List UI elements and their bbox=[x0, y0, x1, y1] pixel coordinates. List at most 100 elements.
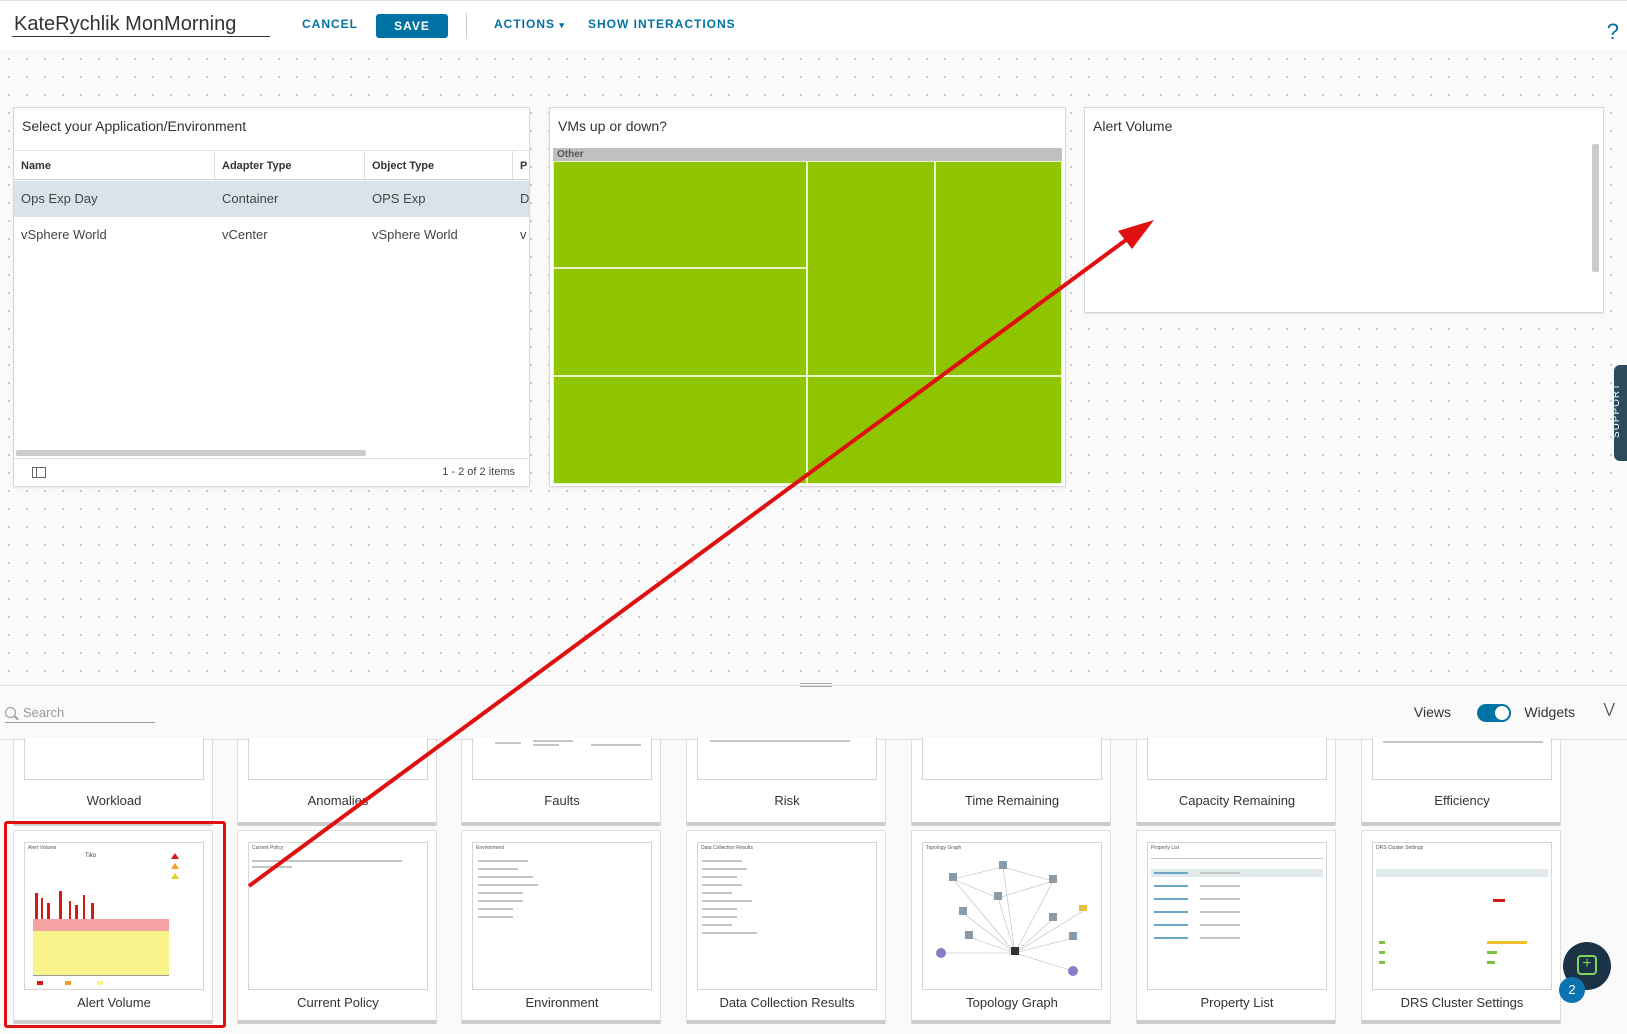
widget-card-capacity-remaining[interactable]: Capacity Remaining bbox=[1136, 738, 1336, 826]
widget-thumbnail: Topology Graph bbox=[922, 842, 1102, 990]
treemap-cell[interactable] bbox=[553, 268, 807, 376]
thumbnail-line bbox=[702, 908, 737, 910]
actions-menu[interactable]: ACTIONS ▾ bbox=[494, 17, 565, 31]
toolbar-divider bbox=[466, 13, 467, 39]
thumbnail-line bbox=[1200, 872, 1240, 874]
table-row[interactable]: vSphere World vCenter vSphere World v bbox=[14, 217, 529, 253]
thumbnail-line bbox=[252, 860, 402, 862]
support-label: SUPPORT bbox=[1611, 382, 1623, 439]
thumbnail-title: Topology Graph bbox=[926, 845, 962, 851]
widgets-label: Widgets bbox=[1524, 704, 1575, 720]
table-footer: 1 - 2 of 2 items bbox=[14, 458, 529, 486]
thumbnail-bar bbox=[1487, 961, 1495, 964]
widget-card-current-policy[interactable]: Current Policy Current Policy bbox=[237, 830, 437, 1024]
column-toggle-icon[interactable] bbox=[32, 467, 46, 478]
topology-graph-preview bbox=[936, 861, 1087, 976]
widget-card-label: Current Policy bbox=[297, 995, 379, 1010]
thumbnail-line bbox=[478, 892, 523, 894]
widget-card-label: Risk bbox=[774, 793, 800, 808]
cell-p: v bbox=[520, 227, 527, 242]
column-header-adapter-type[interactable]: Adapter Type bbox=[215, 151, 365, 181]
widget-card-workload[interactable]: Workload bbox=[13, 738, 213, 826]
thumbnail-line bbox=[702, 884, 742, 886]
thumbnail-line bbox=[702, 916, 737, 918]
thumbnail-bar bbox=[1379, 951, 1385, 954]
horizontal-scrollbar[interactable] bbox=[16, 450, 366, 456]
widget-card-time-remaining[interactable]: Time Remaining bbox=[911, 738, 1111, 826]
thumbnail-line bbox=[1151, 858, 1323, 859]
treemap-cell[interactable] bbox=[553, 161, 807, 268]
vms-widget[interactable]: VMs up or down? Other bbox=[549, 107, 1066, 487]
search-input[interactable] bbox=[23, 703, 151, 721]
plus-icon: + bbox=[1577, 955, 1597, 975]
table-row[interactable]: Ops Exp Day Container OPS Exp D bbox=[14, 181, 529, 217]
alert-volume-widget[interactable]: Alert Volume bbox=[1084, 107, 1604, 313]
thumbnail-title: Property List bbox=[1151, 845, 1180, 851]
widget-card-efficiency[interactable]: Efficiency bbox=[1361, 738, 1561, 826]
thumbnail-line bbox=[478, 908, 513, 910]
thumbnail-bar bbox=[1487, 951, 1497, 954]
thumbnail-line bbox=[1154, 937, 1188, 939]
thumbnail-row bbox=[1376, 869, 1548, 877]
thumbnail-line bbox=[1154, 885, 1188, 887]
widget-thumbnail bbox=[1372, 738, 1552, 780]
chevron-down-icon: ▾ bbox=[559, 20, 565, 30]
thumbnail-title: DRS Cluster Settings bbox=[1376, 845, 1424, 851]
column-header-name[interactable]: Name bbox=[14, 151, 215, 181]
thumbnail-line bbox=[478, 884, 538, 886]
widget-card-drs-cluster-settings[interactable]: DRS Cluster Settings DRS Cluster Setting… bbox=[1361, 830, 1561, 1024]
cell-name: vSphere World bbox=[21, 227, 107, 242]
support-tab[interactable]: SUPPORT bbox=[1611, 365, 1627, 461]
thumbnail-line bbox=[478, 900, 523, 902]
widget-card-label: Environment bbox=[525, 995, 599, 1010]
widget-card-data-collection-results[interactable]: Data Collection Results Data Collection … bbox=[686, 830, 886, 1024]
treemap-cell[interactable] bbox=[807, 376, 1062, 484]
search-bar[interactable] bbox=[5, 701, 155, 723]
help-icon[interactable]: ? bbox=[1607, 19, 1619, 45]
thumbnail-bar bbox=[1379, 961, 1385, 964]
widget-card-risk[interactable]: Risk bbox=[686, 738, 886, 826]
thumbnail-line bbox=[495, 742, 521, 744]
save-button[interactable]: SAVE bbox=[376, 14, 448, 38]
dashboard-name-input[interactable]: KateRychlik MonMorning bbox=[12, 11, 270, 37]
cancel-button[interactable]: CANCEL bbox=[302, 17, 358, 31]
treemap-cell[interactable] bbox=[553, 376, 807, 484]
app-env-widget[interactable]: Select your Application/Environment Name… bbox=[13, 107, 530, 487]
widget-thumbnail bbox=[472, 738, 652, 780]
widget-thumbnail bbox=[697, 738, 877, 780]
treemap-cell[interactable] bbox=[935, 161, 1062, 376]
widget-card-faults[interactable]: Faults bbox=[461, 738, 661, 826]
thumbnail-line bbox=[702, 868, 747, 870]
widget-card-anomalies[interactable]: Anomalies bbox=[237, 738, 437, 826]
thumbnail-line bbox=[702, 892, 732, 894]
search-icon bbox=[5, 707, 16, 718]
show-interactions-button[interactable]: SHOW INTERACTIONS bbox=[588, 17, 736, 31]
widget-card-environment[interactable]: Environment Environment bbox=[461, 830, 661, 1024]
widget-card-topology-graph[interactable]: Topology Graph Topology Graph bbox=[911, 830, 1111, 1024]
widget-card-label: Capacity Remaining bbox=[1178, 793, 1296, 808]
thumbnail-line bbox=[710, 740, 850, 742]
cell-object-type: vSphere World bbox=[372, 227, 458, 242]
thumbnail-line bbox=[1200, 911, 1240, 913]
cell-adapter-type: vCenter bbox=[222, 227, 268, 242]
notification-badge[interactable]: 2 bbox=[1559, 977, 1585, 1003]
widget-thumbnail: Property List bbox=[1147, 842, 1327, 990]
column-header-object-type[interactable]: Object Type bbox=[365, 151, 513, 181]
chevron-double-down-icon[interactable]: ⋁ bbox=[1604, 700, 1615, 717]
widget-card-label: Anomalies bbox=[307, 793, 369, 808]
thumbnail-line bbox=[1154, 924, 1188, 926]
widget-card-label: Time Remaining bbox=[964, 793, 1060, 808]
thumbnail-line bbox=[1383, 741, 1543, 743]
treemap-cell[interactable] bbox=[807, 161, 935, 376]
widget-thumbnail: Environment bbox=[472, 842, 652, 990]
thumbnail-bar bbox=[1493, 899, 1505, 902]
treemap[interactable] bbox=[553, 161, 1062, 484]
table-header: Name Adapter Type Object Type P bbox=[14, 150, 529, 181]
dashboard-header: KateRychlik MonMorning CANCEL SAVE ACTIO… bbox=[0, 0, 1627, 50]
widget-thumbnail bbox=[1147, 738, 1327, 780]
widget-card-property-list[interactable]: Property List Property List bbox=[1136, 830, 1336, 1024]
column-header-p[interactable]: P bbox=[513, 151, 529, 181]
vertical-scrollbar[interactable] bbox=[1592, 144, 1599, 272]
widget-thumbnail bbox=[24, 738, 204, 780]
views-widgets-toggle[interactable] bbox=[1477, 704, 1511, 722]
